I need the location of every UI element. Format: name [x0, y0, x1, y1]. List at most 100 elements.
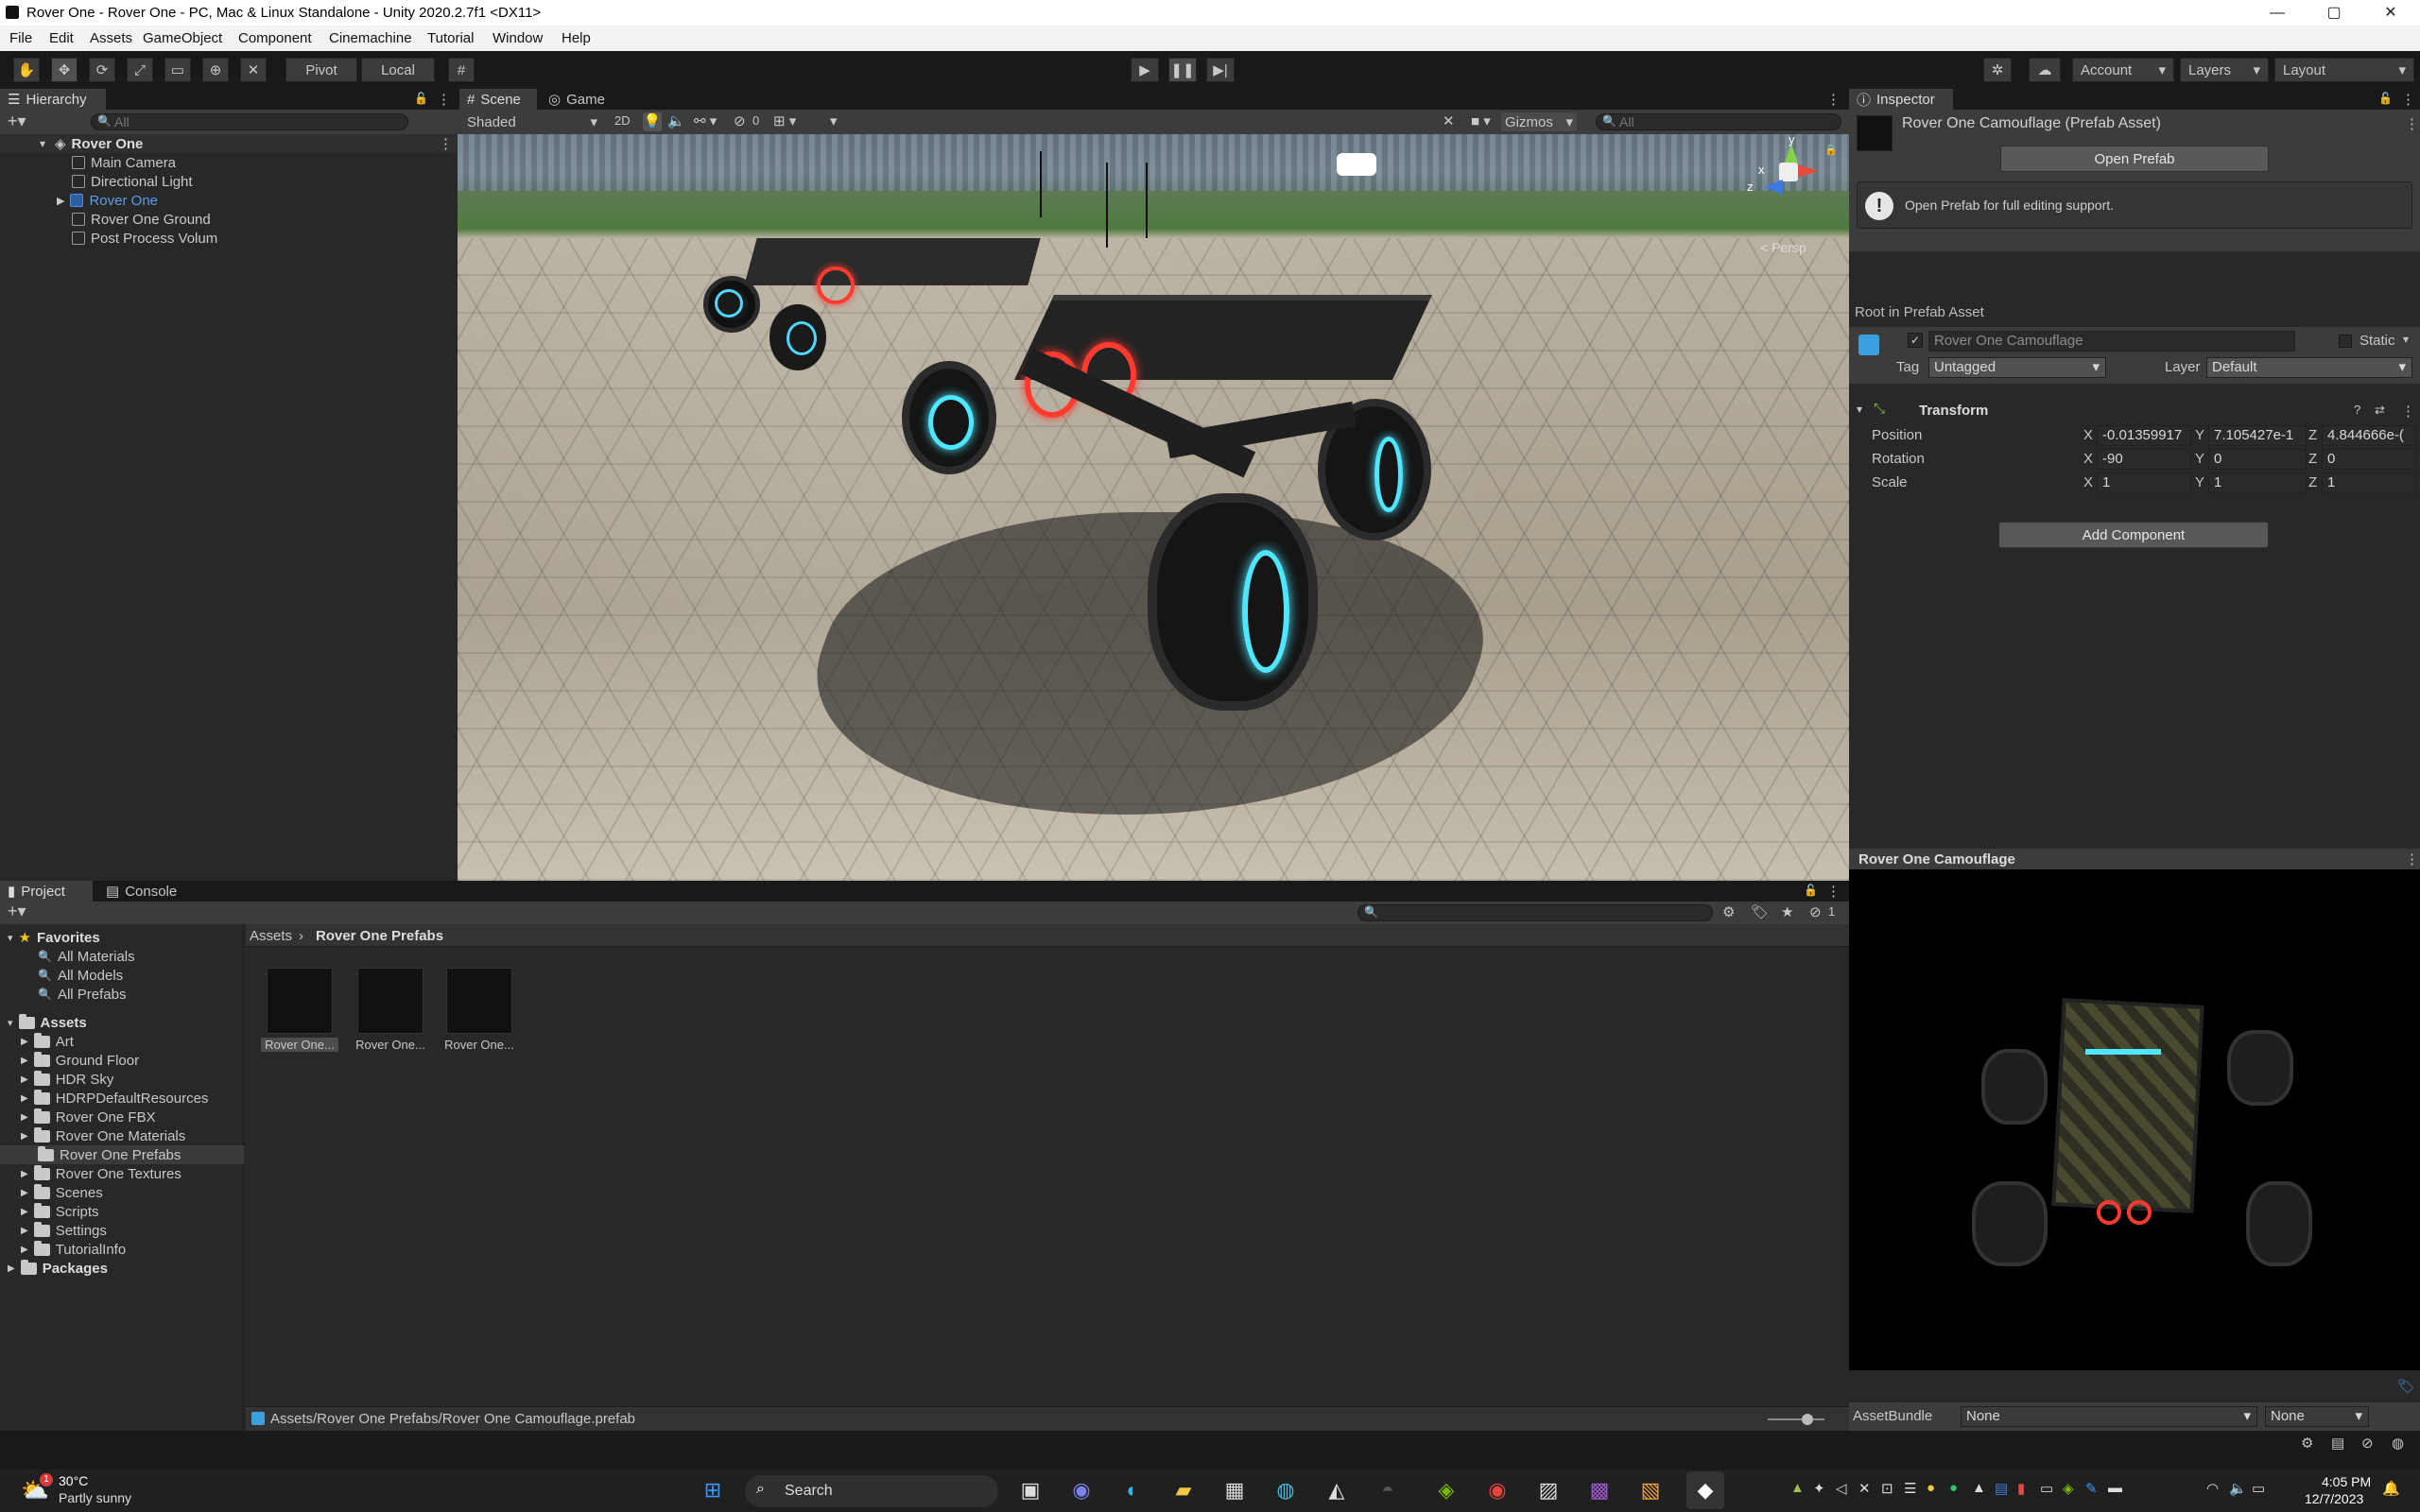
rect-tool-icon[interactable]: ▭ [164, 58, 191, 82]
tray-icon[interactable]: ▤ [1995, 1480, 2008, 1497]
tray-icon[interactable]: ✦ [1813, 1480, 1825, 1497]
tray-icon[interactable]: ▭ [2040, 1480, 2053, 1497]
browser-icon[interactable]: ◍ [1267, 1471, 1305, 1509]
expand-arrow-icon[interactable]: ▶ [8, 1263, 15, 1274]
position-z-field[interactable]: 4.844666e-( [2322, 425, 2416, 446]
task-view-icon[interactable]: ▣ [1011, 1471, 1049, 1509]
nvidia-icon[interactable]: ◈ [1427, 1471, 1465, 1509]
scene-row[interactable]: ▾ ◈ Rover One ⋮ [0, 134, 458, 153]
tab-console[interactable]: ▤ Console [98, 881, 193, 902]
scene-search-input[interactable]: 🔍 All [1596, 113, 1841, 130]
hand-tool-icon[interactable]: ✋ [13, 58, 40, 82]
app-icon[interactable]: ◓ [1369, 1471, 1407, 1509]
move-tool-icon[interactable]: ✥ [51, 58, 78, 82]
menu-component[interactable]: Component [238, 30, 312, 46]
persp-label[interactable]: < Persp [1760, 240, 1806, 255]
tray-icon[interactable]: ✎ [2085, 1480, 2098, 1497]
expand-arrow-icon[interactable]: ▶ [21, 1056, 28, 1066]
project-search-input[interactable]: 🔍 [1357, 904, 1713, 921]
alienware-icon[interactable]: ◭ [1318, 1471, 1356, 1509]
help-icon[interactable]: ? [2354, 403, 2360, 417]
position-y-field[interactable]: 7.105427e-1 [2208, 425, 2307, 446]
more-options-icon[interactable]: ⋮ [437, 91, 451, 108]
rotation-x-field[interactable]: -90 [2097, 449, 2191, 470]
edge-icon[interactable]: ◐ [1114, 1471, 1151, 1509]
breadcrumb-current[interactable]: Rover One Prefabs [316, 928, 443, 944]
folder-rover-materials[interactable]: ▶ Rover One Materials [21, 1126, 185, 1145]
progress-icon[interactable]: ◍ [2392, 1435, 2404, 1452]
cloud-icon[interactable]: ☁ [2029, 58, 2061, 82]
folder-rover-prefabs[interactable]: Rover One Prefabs [0, 1145, 244, 1164]
shading-dropdown[interactable]: Shaded ▾ [463, 112, 601, 131]
weather-temp[interactable]: 30°C [59, 1473, 88, 1488]
folder-tutorialinfo[interactable]: ▶ TutorialInfo [21, 1240, 126, 1259]
lighting-toggle-icon[interactable]: 💡 [643, 112, 662, 131]
pivot-button[interactable]: Pivot [285, 58, 357, 82]
tray-icon[interactable]: ☰ [1904, 1480, 1916, 1497]
gizmos-dropdown[interactable]: Gizmos ▾ [1501, 112, 1577, 131]
folder-hdr-sky[interactable]: ▶ HDR Sky [21, 1070, 113, 1089]
expand-arrow-icon[interactable]: ▶ [21, 1131, 28, 1142]
volume-icon[interactable]: 🔈 [2229, 1480, 2247, 1497]
folder-rover-fbx[interactable]: ▶ Rover One FBX [21, 1108, 156, 1126]
clock-date[interactable]: 12/7/2023 [2305, 1491, 2363, 1506]
expand-arrow-icon[interactable]: ▶ [21, 1093, 28, 1104]
tray-icon[interactable]: ▬ [2108, 1480, 2122, 1496]
services-icon[interactable]: ✲ [1983, 58, 2012, 82]
expand-arrow-icon[interactable]: ▶ [21, 1112, 28, 1123]
lock-icon[interactable]: 🔓 [2378, 92, 2393, 105]
scale-tool-icon[interactable]: ⤢ [127, 58, 153, 82]
prefab-preview[interactable] [1849, 869, 2420, 1370]
custom-tool-icon[interactable]: ✕ [240, 58, 267, 82]
expand-arrow-icon[interactable]: ▶ [21, 1169, 28, 1179]
menu-help[interactable]: Help [562, 30, 591, 46]
tray-icon[interactable]: ◈ [2063, 1480, 2074, 1497]
tray-icon[interactable]: ▲ [1972, 1480, 1986, 1496]
hierarchy-item-directional-light[interactable]: Directional Light [72, 172, 193, 191]
static-checkbox[interactable] [2339, 335, 2352, 348]
wifi-icon[interactable]: ◠ [2206, 1480, 2219, 1497]
asset-thumb-2[interactable]: Rover One... [352, 968, 429, 1058]
open-prefab-button[interactable]: Open Prefab [2000, 146, 2269, 172]
local-button[interactable]: Local [361, 58, 435, 82]
rotation-z-field[interactable]: 0 [2322, 449, 2416, 470]
favorites-row[interactable]: ▾ ★ Favorites [8, 928, 100, 947]
file-explorer-icon[interactable]: ▰ [1165, 1471, 1202, 1509]
pause-button[interactable]: ❚❚ [1168, 58, 1197, 82]
position-x-field[interactable]: -0.01359917 [2097, 425, 2191, 446]
chat-icon[interactable]: ◉ [1063, 1471, 1100, 1509]
hierarchy-item-post-process[interactable]: Post Process Volum [72, 229, 217, 248]
tab-scene[interactable]: # Scene [459, 89, 537, 110]
object-name-field[interactable]: Rover One Camouflage [1928, 331, 2295, 352]
tray-icon[interactable]: ◁ [1836, 1480, 1847, 1497]
grid-snap-icon[interactable]: # [448, 58, 475, 82]
more-options-icon[interactable]: ⋮ [1826, 91, 1841, 108]
expand-arrow-icon[interactable]: ▶ [21, 1037, 28, 1047]
step-button[interactable]: ▶| [1206, 58, 1235, 82]
tab-game[interactable]: ◎ Game [541, 89, 616, 110]
play-button[interactable]: ▶ [1131, 58, 1159, 82]
unity-taskbar-icon[interactable]: ◆ [1686, 1471, 1724, 1509]
notification-bell-icon[interactable]: 🔔 [2382, 1480, 2400, 1497]
taskbar-search[interactable]: ⌕ Search [745, 1475, 998, 1507]
hidden-packages-icon[interactable]: ⊘ [1809, 903, 1822, 920]
folder-ground-floor[interactable]: ▶ Ground Floor [21, 1051, 139, 1070]
expand-arrow-icon[interactable]: ▶ [21, 1245, 28, 1255]
asset-thumb-3[interactable]: Rover One... [441, 968, 518, 1058]
grid-toggle-icon[interactable]: ⊞ ▾ [773, 112, 796, 129]
hierarchy-item-rover-one[interactable]: ▶ Rover One [57, 191, 158, 210]
folder-scenes[interactable]: ▶ Scenes [21, 1183, 103, 1202]
collapse-arrow-icon[interactable]: ▾ [1857, 403, 1862, 416]
add-icon[interactable]: +▾ [8, 112, 26, 131]
camera-settings-icon[interactable]: ■ ▾ [1471, 112, 1491, 129]
expand-arrow-icon[interactable]: ▶ [21, 1188, 28, 1198]
scene-viewport[interactable]: y x z < Persp 🔒 [458, 134, 1849, 881]
scale-z-field[interactable]: 1 [2322, 472, 2416, 493]
tag-dropdown[interactable]: Untagged ▾ [1928, 357, 2106, 378]
maximize-button[interactable]: ▢ [2307, 0, 2361, 26]
rotation-y-field[interactable]: 0 [2208, 449, 2307, 470]
overflow-arrow-icon[interactable]: ▾ [830, 112, 838, 129]
rotate-tool-icon[interactable]: ⟳ [89, 58, 115, 82]
tab-project[interactable]: ▮ Project [0, 881, 93, 902]
toggle-2d-button[interactable]: 2D [614, 113, 631, 128]
